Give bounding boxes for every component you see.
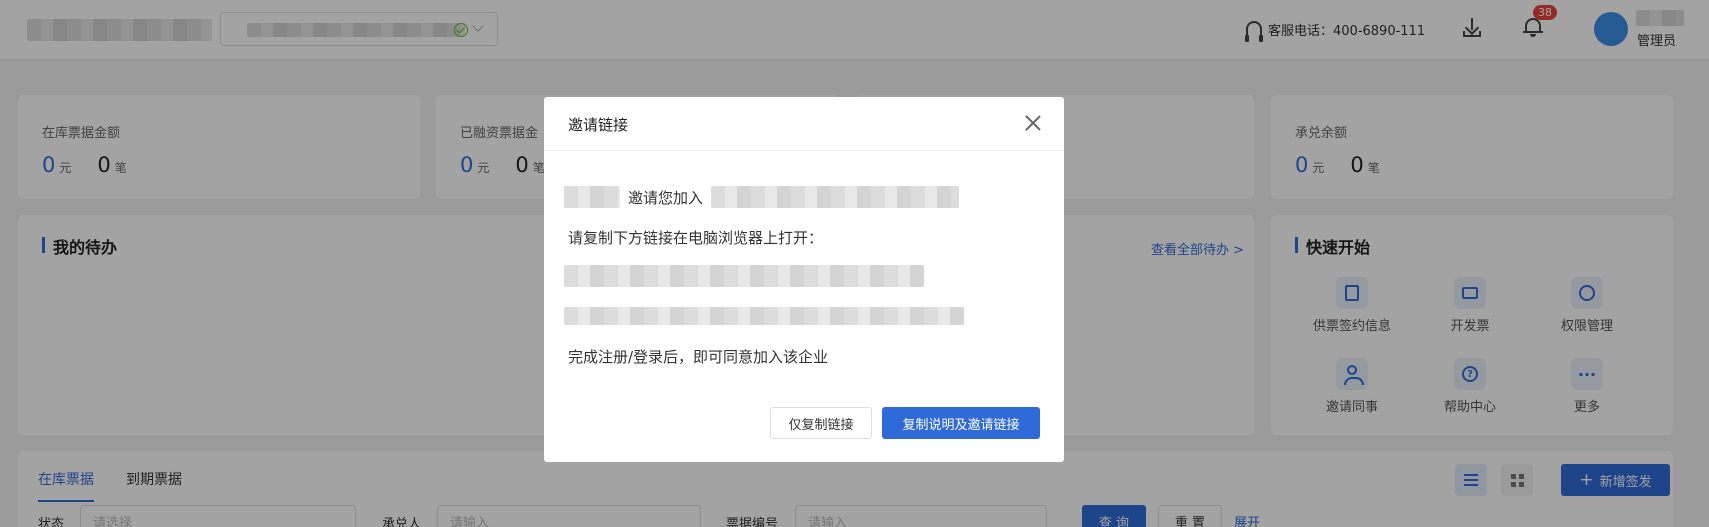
- copy-instructions-and-link-button[interactable]: 复制说明及邀请链接: [882, 407, 1040, 439]
- copy-link-only-button[interactable]: 仅复制链接: [770, 407, 872, 439]
- close-icon[interactable]: [1025, 115, 1041, 131]
- dialog-header: 邀请链接: [544, 97, 1064, 151]
- inviter-name-redacted: [564, 186, 620, 208]
- invite-link-redacted-line2: [564, 307, 964, 325]
- invite-link-dialog: 邀请链接 邀请您加入 请复制下方链接在电脑浏览器上打开： 完成注册/登录后，即可…: [544, 97, 1064, 462]
- company-name-redacted: [711, 186, 960, 208]
- invite-message: 邀请您加入: [564, 186, 960, 208]
- dialog-title: 邀请链接: [568, 116, 629, 134]
- instruction-text: 请复制下方链接在电脑浏览器上打开：: [568, 229, 824, 247]
- invite-text: 邀请您加入: [628, 188, 704, 207]
- footer-note: 完成注册/登录后，即可同意加入该企业: [568, 348, 829, 366]
- invite-link-redacted-line1: [564, 265, 924, 287]
